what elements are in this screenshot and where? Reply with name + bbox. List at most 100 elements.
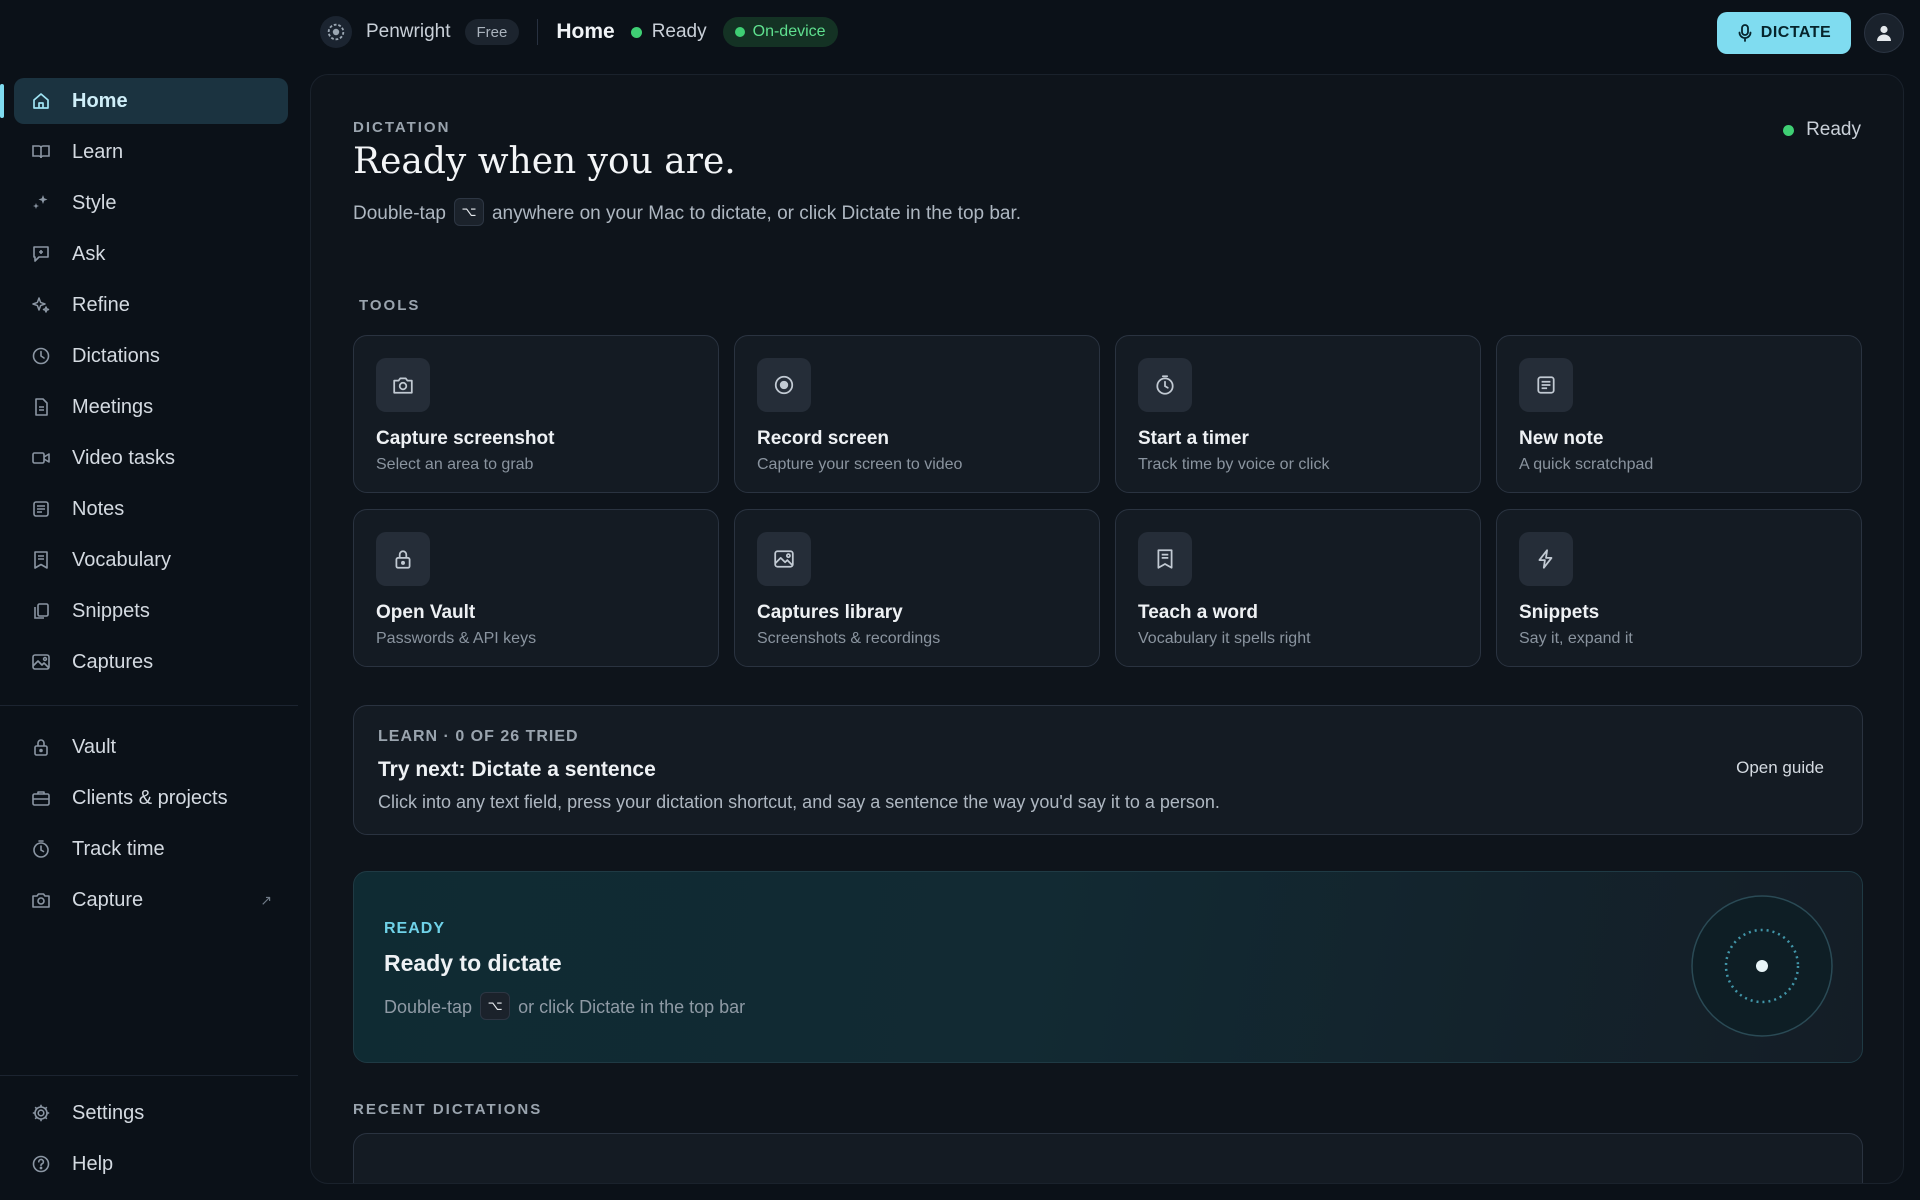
home-icon [30,90,52,112]
tool-title: Record screen [757,428,890,449]
sidebar-item-label: Home [72,89,128,112]
copy-icon [30,600,52,622]
hero-title: Ready when you are. [353,141,736,182]
sidebar-item-label: Vault [72,735,117,758]
page-title: Home [556,20,615,43]
learn-description: Click into any text field, press your di… [378,792,1220,812]
sidebar-item-style[interactable]: Style [14,180,288,226]
sidebar-item-label: Meetings [72,395,154,418]
sidebar-item-dictations[interactable]: Dictations [14,333,288,379]
tool-capture-screenshot[interactable]: Capture screenshot Select an area to gra… [353,335,719,493]
sidebar-item-clients-projects[interactable]: Clients & projects [14,775,288,821]
bolt-icon [1519,532,1573,586]
sidebar-item-label: Style [72,191,117,214]
topbar-divider [537,19,539,45]
dictation-orb-button[interactable] [1690,894,1834,1038]
sidebar-item-label: Refine [72,293,130,316]
sidebar-item-label: Ask [72,242,106,265]
sidebar-item-label: Learn [72,140,124,163]
tools-label: TOOLS [359,297,421,314]
help-icon [30,1153,52,1175]
recent-dictations-list [353,1133,1863,1183]
active-indicator [0,84,4,118]
status-dot-icon [1783,124,1795,136]
tool-start-timer[interactable]: Start a timer Track time by voice or cli… [1115,335,1481,493]
recent-dictations-label: RECENT DICTATIONS [353,1101,543,1118]
sidebar-item-help[interactable]: Help [14,1141,288,1187]
sidebar-item-label: Dictations [72,344,160,367]
sidebar-item-label: Settings [72,1101,145,1124]
sparkle-icon [30,192,52,214]
camera-icon [376,358,430,412]
status-dot-icon [734,27,745,37]
sidebar-item-vault[interactable]: Vault [14,724,288,770]
book-icon [30,141,52,163]
waveform-ring-icon [1691,895,1833,1037]
tool-open-vault[interactable]: Open Vault Passwords & API keys [353,509,719,667]
sidebar-item-label: Video tasks [72,446,176,469]
sidebar-item-track-time[interactable]: Track time [14,826,288,872]
sidebar-item-captures[interactable]: Captures [14,639,288,685]
sidebar-item-notes[interactable]: Notes [14,486,288,532]
tool-title: Start a timer [1138,428,1249,449]
desc-after: or click Dictate in the top bar [518,996,746,1017]
tool-new-note[interactable]: New note A quick scratchpad [1496,335,1862,493]
sidebar-item-video-tasks[interactable]: Video tasks [14,435,288,481]
document-icon [30,396,52,418]
tool-title: Snippets [1519,602,1600,623]
tool-subtitle: Say it, expand it [1519,630,1633,647]
dictate-label: DICTATE [1760,24,1832,41]
sidebar-item-home[interactable]: Home [14,78,288,124]
chat-icon [30,243,52,265]
tool-title: Capture screenshot [376,428,555,449]
ready-card: READY Ready to dictate Double-tap ⌥ or cli… [353,871,1863,1063]
tool-teach-word[interactable]: Teach a word Vocabulary it spells right [1115,509,1481,667]
sidebar-item-ask[interactable]: Ask [14,231,288,277]
option-key-icon: ⌥ [480,992,511,1020]
bookmark-icon [30,549,52,571]
sidebar-divider [0,705,298,706]
sidebar-divider [0,1075,298,1076]
tool-title: Open Vault [376,602,476,623]
sidebar-item-snippets[interactable]: Snippets [14,588,288,634]
sidebar-item-learn[interactable]: Learn [14,129,288,175]
tool-snippets[interactable]: Snippets Say it, expand it [1496,509,1862,667]
tool-subtitle: A quick scratchpad [1519,456,1654,473]
bookmark-icon [1138,532,1192,586]
sidebar-item-label: Clients & projects [72,786,228,809]
clock-icon [30,345,52,367]
sidebar-item-label: Capture [72,888,144,911]
learn-title: Try next: Dictate a sentence [378,758,656,781]
tool-title: New note [1519,428,1604,449]
sidebar-item-refine[interactable]: Refine [14,282,288,328]
open-guide-link[interactable]: Open guide [1736,758,1824,778]
notes-icon [30,498,52,520]
sidebar-item-label: Track time [72,837,165,860]
timer-icon [1138,358,1192,412]
tool-captures-library[interactable]: Captures library Screenshots & recording… [734,509,1100,667]
sidebar-item-vocabulary[interactable]: Vocabulary [14,537,288,583]
sidebar-item-capture[interactable]: Capture ↗ [14,877,288,923]
user-avatar-button[interactable] [1864,13,1904,53]
timer-icon [30,838,52,860]
sidebar-item-meetings[interactable]: Meetings [14,384,288,430]
status-indicator: Ready [630,21,707,43]
option-key-icon: ⌥ [453,197,484,226]
lock-icon [376,532,430,586]
gear-icon [30,1102,52,1124]
stars-icon [30,294,52,316]
tool-record-screen[interactable]: Record screen Capture your screen to vid… [734,335,1100,493]
ready-title: Ready to dictate [384,950,562,976]
desc-before: Double-tap [384,996,473,1017]
brand: Penwright Free Home Ready On-device [320,16,838,48]
image-icon [30,651,52,673]
main-panel: DICTATION Ready when you are. Double-tap… [310,74,1904,1184]
record-icon [757,358,811,412]
sidebar-item-label: Help [72,1152,114,1175]
learn-progress: LEARN · 0 OF 26 TRIED [378,728,579,745]
dictate-button[interactable]: DICTATE [1717,12,1851,54]
briefcase-icon [30,787,52,809]
image-icon [757,532,811,586]
sidebar-item-label: Vocabulary [72,548,171,571]
sidebar-item-settings[interactable]: Settings [14,1090,288,1136]
